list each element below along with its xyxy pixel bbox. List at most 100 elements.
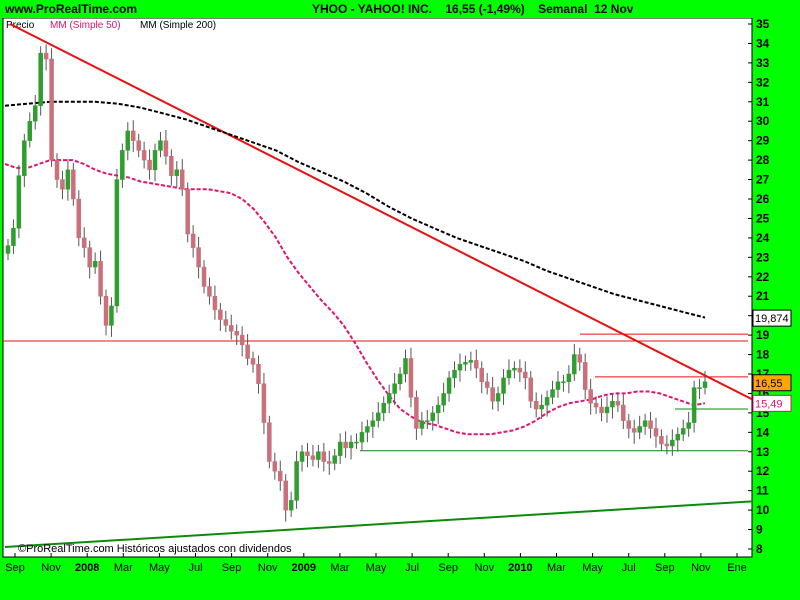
candle-body bbox=[120, 150, 125, 180]
candle-body bbox=[60, 179, 65, 190]
candle-body bbox=[446, 377, 452, 394]
candle-body bbox=[321, 451, 327, 462]
candle-body bbox=[414, 397, 419, 429]
candle-body bbox=[267, 422, 272, 462]
candle-body bbox=[54, 159, 60, 180]
chart-header: www.ProRealTime.com YHOO - YAHOO! INC. 1… bbox=[0, 0, 800, 18]
footer-note: ©ProRealTime.com Históricos ajustados co… bbox=[18, 543, 292, 555]
candle-body bbox=[495, 393, 501, 402]
candle-body bbox=[114, 179, 120, 307]
candle-body bbox=[103, 295, 109, 326]
candle-body bbox=[201, 266, 207, 287]
candle-body bbox=[32, 105, 38, 122]
candle-body bbox=[141, 150, 147, 161]
candle-body bbox=[147, 159, 152, 171]
candle-body bbox=[332, 455, 337, 464]
candle-body bbox=[316, 451, 321, 460]
candle-body bbox=[474, 360, 479, 369]
candle-body bbox=[158, 140, 163, 151]
y-tick-label: 18 bbox=[756, 348, 770, 362]
candle-body bbox=[512, 367, 517, 371]
candle-body bbox=[76, 198, 82, 239]
candle-body bbox=[174, 169, 180, 176]
y-tick-label: 21 bbox=[756, 289, 770, 303]
candle-body bbox=[408, 358, 414, 398]
candle-body bbox=[305, 451, 310, 456]
candle-body bbox=[218, 309, 223, 320]
y-tick-label: 26 bbox=[756, 192, 770, 206]
candle-body bbox=[533, 400, 539, 410]
candle-body bbox=[430, 412, 435, 421]
x-tick-label: Sep bbox=[5, 562, 25, 574]
x-tick-label: Mar bbox=[330, 562, 349, 574]
candle-body bbox=[680, 428, 686, 435]
candle-body bbox=[169, 155, 174, 176]
candle-body bbox=[397, 373, 403, 384]
candle-body bbox=[517, 367, 523, 373]
candle-body bbox=[288, 500, 294, 511]
candle-body bbox=[229, 325, 234, 332]
candle-body bbox=[152, 150, 158, 171]
candle-body bbox=[337, 441, 343, 456]
x-tick-label: Jul bbox=[622, 562, 636, 574]
candle-body bbox=[648, 420, 653, 429]
candle-body bbox=[299, 451, 305, 462]
candle-body bbox=[561, 381, 566, 384]
y-tick-label: 34 bbox=[756, 36, 770, 50]
candle-body bbox=[43, 52, 49, 60]
candle-body bbox=[582, 362, 588, 390]
candle-body bbox=[71, 169, 76, 200]
candle-body bbox=[190, 233, 196, 248]
candle-body bbox=[468, 360, 474, 363]
candle-body bbox=[343, 441, 348, 449]
value-label: 15,49 bbox=[755, 398, 783, 410]
candle-body bbox=[381, 402, 386, 414]
price-chart[interactable]: Precio MM (Simple 50) MM (Simple 200) 89… bbox=[0, 18, 800, 600]
x-tick-label: 2010 bbox=[508, 562, 532, 574]
candle-body bbox=[38, 52, 43, 106]
candle-body bbox=[392, 383, 397, 394]
candle-body bbox=[463, 362, 468, 365]
candle-body bbox=[626, 420, 632, 429]
candle-body bbox=[22, 140, 27, 176]
candle-body bbox=[272, 461, 278, 472]
candle-body bbox=[528, 377, 533, 402]
candle-body bbox=[621, 404, 626, 421]
candle-body bbox=[653, 428, 659, 437]
y-tick-label: 13 bbox=[756, 445, 770, 459]
candle-body bbox=[81, 237, 87, 248]
site-label[interactable]: www.ProRealTime.com bbox=[5, 2, 137, 16]
candle-body bbox=[234, 330, 239, 336]
candle-body bbox=[659, 435, 664, 445]
candle-body bbox=[283, 480, 288, 511]
candle-body bbox=[207, 286, 212, 297]
y-tick-label: 23 bbox=[756, 250, 770, 264]
candle-body bbox=[686, 422, 691, 429]
candle-body bbox=[16, 175, 22, 229]
candle-body bbox=[419, 420, 425, 429]
x-tick-label: Nov bbox=[475, 562, 495, 574]
candle-body bbox=[196, 247, 201, 268]
candle-body bbox=[484, 381, 490, 388]
candle-body bbox=[425, 420, 430, 422]
x-tick-label: Nov bbox=[41, 562, 61, 574]
y-tick-label: 10 bbox=[756, 503, 770, 517]
candle-body bbox=[691, 387, 697, 423]
y-tick-label: 30 bbox=[756, 114, 770, 128]
candle-body bbox=[125, 130, 131, 151]
x-tick-label: May bbox=[149, 562, 170, 574]
candle-body bbox=[98, 260, 103, 297]
legend-ma50: MM (Simple 50) bbox=[50, 20, 121, 31]
y-tick-label: 27 bbox=[756, 173, 770, 187]
candle-body bbox=[180, 169, 185, 190]
candle-body bbox=[5, 245, 11, 254]
candle-body bbox=[523, 371, 528, 379]
candle-body bbox=[675, 434, 681, 441]
x-tick-label: Sep bbox=[655, 562, 675, 574]
candle-body bbox=[403, 358, 408, 375]
x-tick-label: Sep bbox=[438, 562, 458, 574]
candle-body bbox=[593, 402, 599, 408]
candle-body bbox=[490, 387, 495, 402]
y-tick-label: 35 bbox=[756, 18, 770, 31]
candle-body bbox=[245, 344, 250, 359]
